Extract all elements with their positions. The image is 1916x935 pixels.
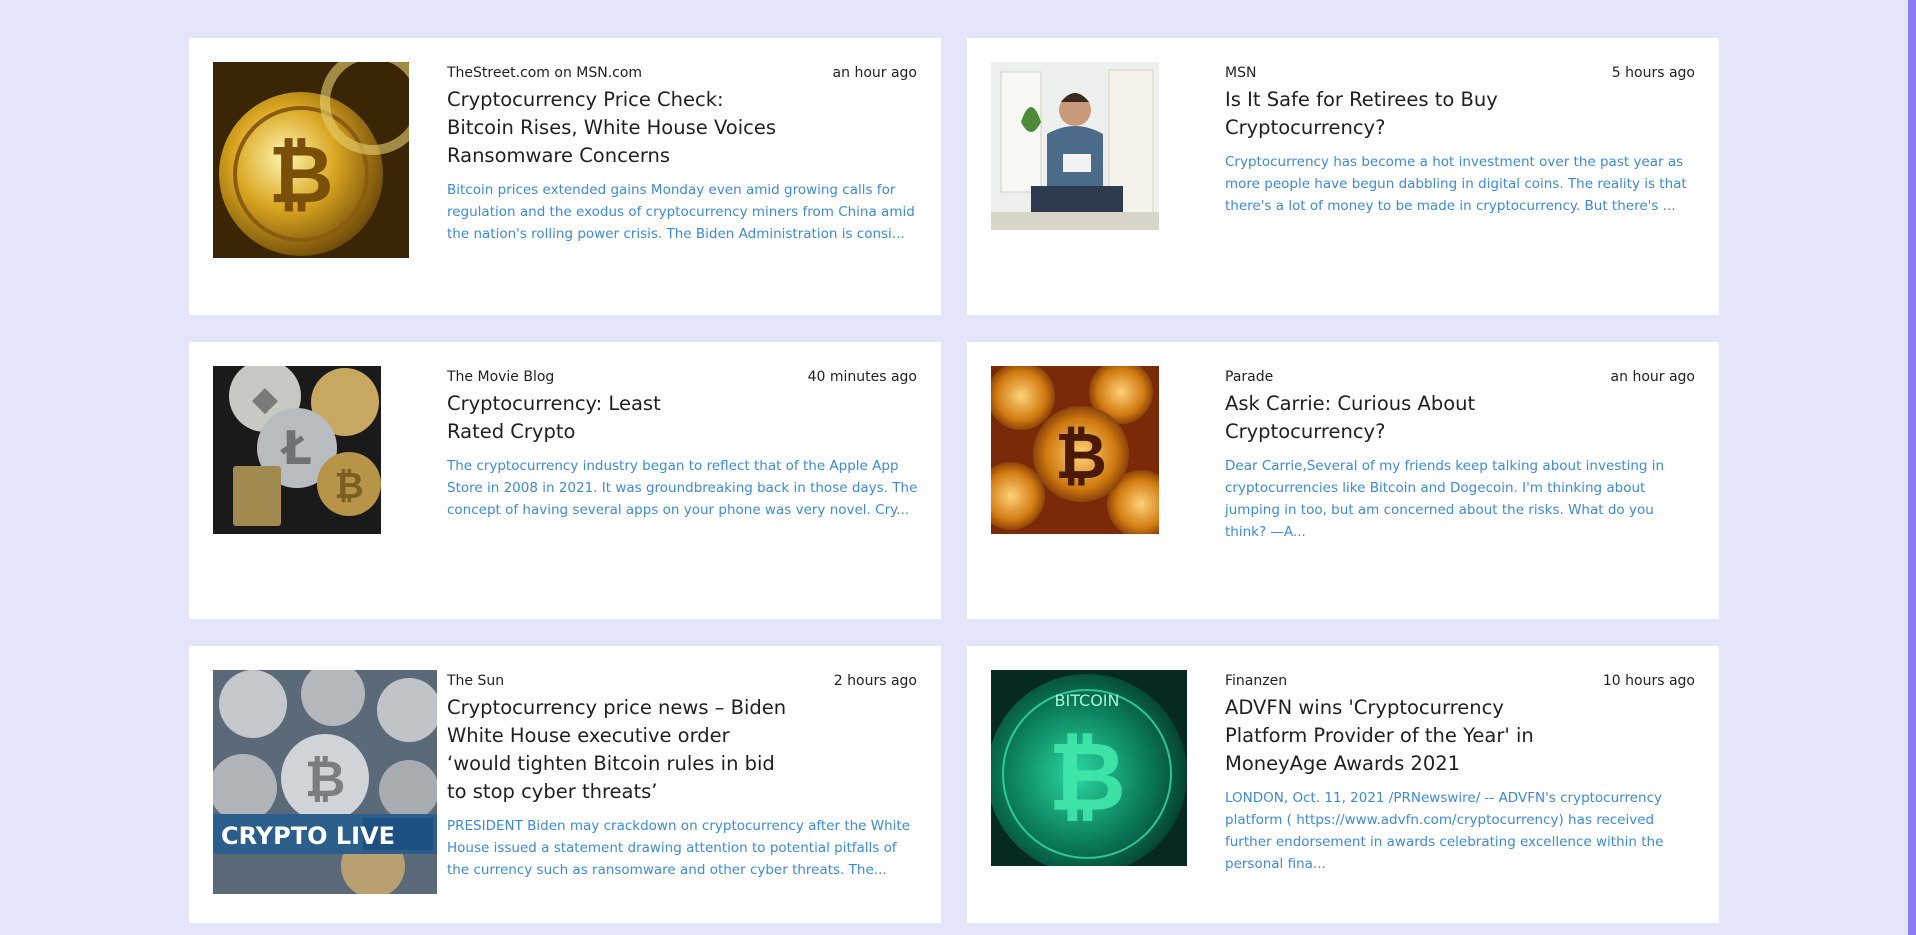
news-card[interactable]: MSN 5 hours ago Is It Safe for Retirees …: [967, 38, 1719, 315]
news-card[interactable]: ₿ TheStreet.com on MSN.com an hour ago C…: [189, 38, 941, 315]
article-title[interactable]: Cryptocurrency price news – Biden White …: [447, 694, 787, 806]
article-title[interactable]: Ask Carrie: Curious About Cryptocurrency…: [1225, 390, 1525, 446]
article-thumbnail[interactable]: ₿ CRYPTO LIVE: [213, 670, 437, 894]
article-summary[interactable]: Bitcoin prices extended gains Monday eve…: [447, 179, 921, 245]
article-timestamp: 40 minutes ago: [807, 369, 917, 385]
article-title[interactable]: Is It Safe for Retirees to Buy Cryptocur…: [1225, 86, 1565, 142]
svg-text:₿: ₿: [1048, 721, 1126, 833]
article-source: Finanzen: [1225, 673, 1288, 689]
article-summary[interactable]: PRESIDENT Biden may crackdown on cryptoc…: [447, 815, 921, 881]
article-summary[interactable]: Cryptocurrency has become a hot investme…: [1225, 151, 1699, 217]
article-timestamp: 10 hours ago: [1602, 673, 1695, 689]
article-source: The Sun: [447, 673, 505, 689]
svg-text:◆: ◆: [252, 379, 279, 419]
news-card[interactable]: ₿ Parade an hour ago Ask Carrie: Curious…: [967, 342, 1719, 619]
article-summary[interactable]: LONDON, Oct. 11, 2021 /PRNewswire/ -- AD…: [1225, 787, 1699, 875]
article-title[interactable]: ADVFN wins 'Cryptocurrency Platform Prov…: [1225, 694, 1535, 778]
article-timestamp: an hour ago: [832, 65, 917, 81]
article-source: MSN: [1225, 65, 1257, 81]
article-source: The Movie Blog: [447, 369, 555, 385]
article-timestamp: 5 hours ago: [1611, 65, 1695, 81]
article-source: TheStreet.com on MSN.com: [447, 65, 643, 81]
article-thumbnail[interactable]: ₿ BITCOIN: [991, 670, 1187, 866]
article-summary[interactable]: The cryptocurrency industry began to ref…: [447, 455, 921, 521]
news-card[interactable]: ₿ BITCOIN Finanzen 10 hours ago ADVFN wi…: [967, 646, 1719, 923]
article-title[interactable]: Cryptocurrency Price Check: Bitcoin Rise…: [447, 86, 787, 170]
article-timestamp: 2 hours ago: [833, 673, 917, 689]
bitcoin-image-text: BITCOIN: [1055, 691, 1120, 710]
crypto-live-image-text: CRYPTO LIVE: [221, 822, 395, 850]
svg-text:₿: ₿: [305, 750, 346, 808]
article-thumbnail[interactable]: [991, 62, 1159, 230]
svg-text:₿: ₿: [268, 128, 333, 221]
article-source: Parade: [1225, 369, 1274, 385]
article-thumbnail[interactable]: ₿: [213, 62, 409, 258]
news-card[interactable]: ₿ CRYPTO LIVE The Sun 2 hours ago Crypto…: [189, 646, 941, 923]
article-thumbnail[interactable]: ₿: [991, 366, 1159, 534]
svg-text:Ł: Ł: [279, 421, 312, 475]
article-title[interactable]: Cryptocurrency: Least Rated Crypto: [447, 390, 717, 446]
svg-text:₿: ₿: [334, 466, 363, 507]
svg-text:₿: ₿: [1055, 420, 1107, 494]
page-scrollbar-thumb[interactable]: [1908, 0, 1916, 935]
article-timestamp: an hour ago: [1610, 369, 1695, 385]
news-card[interactable]: ◆ Ł ₿ The Movie Blog 40 minutes ago Cryp…: [189, 342, 941, 619]
article-thumbnail[interactable]: ◆ Ł ₿: [213, 366, 381, 534]
article-summary[interactable]: Dear Carrie,Several of my friends keep t…: [1225, 455, 1699, 543]
